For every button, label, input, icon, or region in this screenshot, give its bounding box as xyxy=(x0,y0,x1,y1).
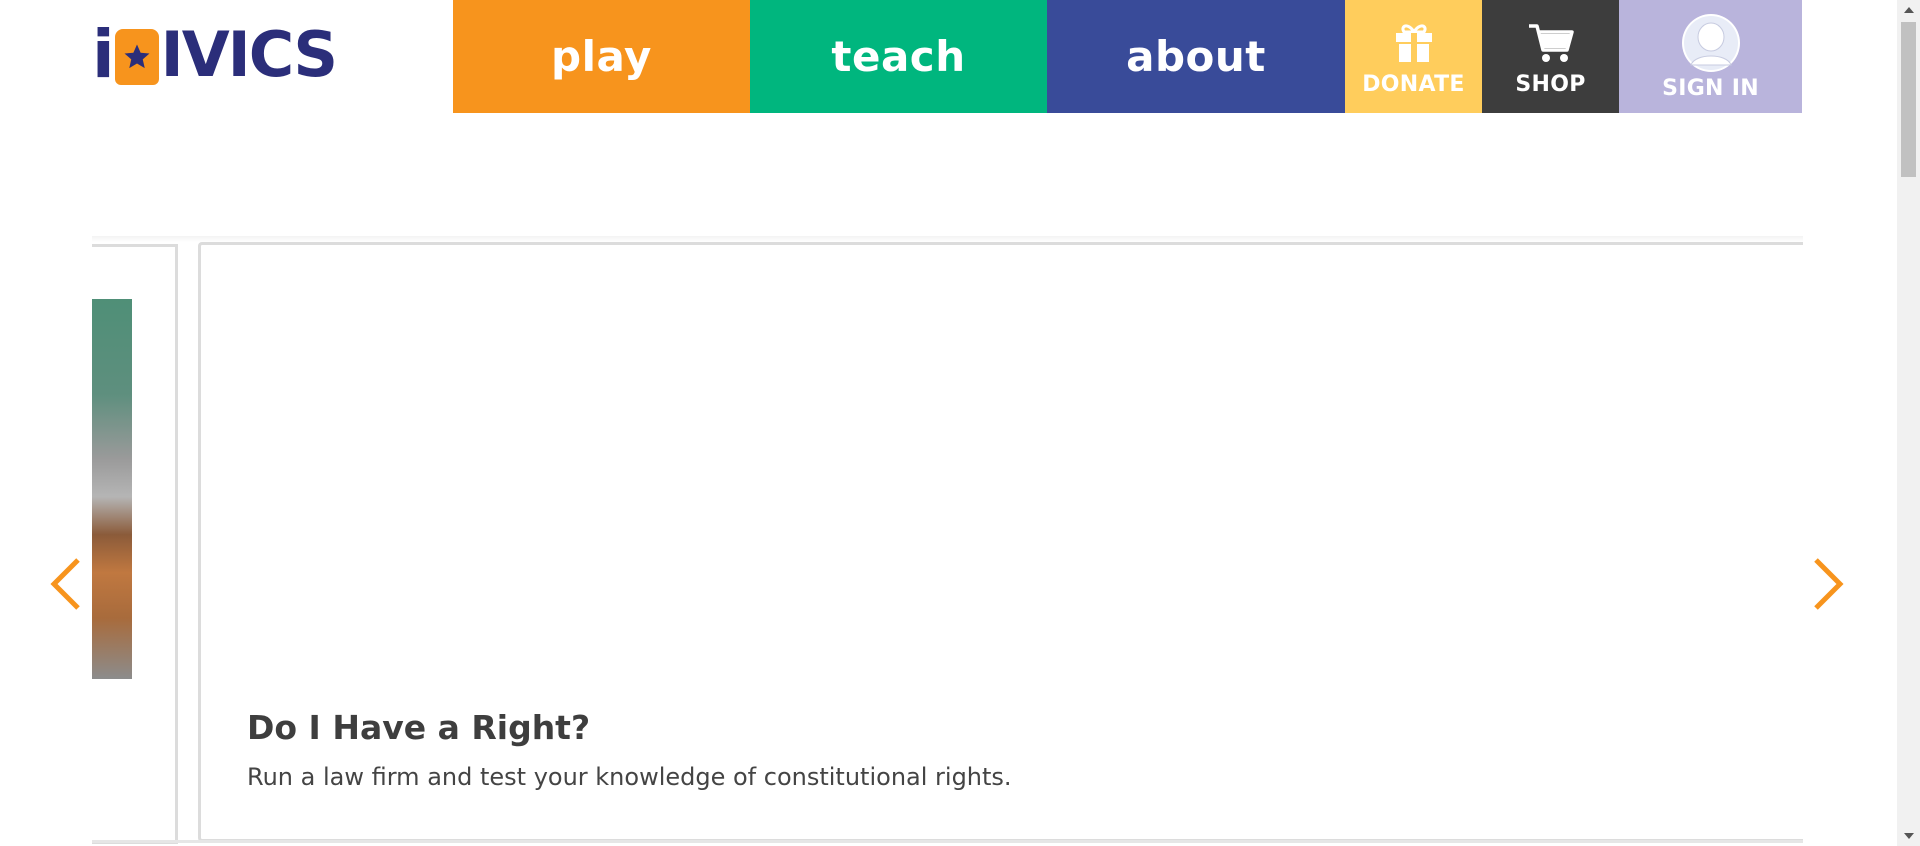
avatar-icon xyxy=(1681,12,1741,74)
logo-letters: IVICS xyxy=(160,18,338,91)
carousel-next-button[interactable] xyxy=(1808,554,1848,614)
game-carousel: Do I Have a Right? Run a law firm and te… xyxy=(0,236,1900,846)
nav-teach-label: teach xyxy=(831,32,966,81)
donate-button[interactable]: DONATE xyxy=(1345,0,1482,113)
star-icon xyxy=(114,29,159,85)
sign-in-button[interactable]: SIGN IN xyxy=(1619,0,1802,113)
previous-game-card[interactable] xyxy=(92,244,178,844)
previous-game-thumbnail xyxy=(92,299,132,679)
current-game-card[interactable]: Do I Have a Right? Run a law firm and te… xyxy=(198,242,1803,842)
carousel-prev-button[interactable] xyxy=(46,554,86,614)
page-scrollbar[interactable] xyxy=(1897,0,1920,846)
shop-label: SHOP xyxy=(1515,72,1586,97)
scrollbar-thumb[interactable] xyxy=(1901,22,1916,177)
logo-letter-i: i xyxy=(92,16,115,93)
nav-teach[interactable]: teach xyxy=(750,0,1047,113)
nav-play-label: play xyxy=(551,32,652,81)
scroll-down-icon[interactable] xyxy=(1897,826,1920,846)
game-title: Do I Have a Right? xyxy=(247,708,591,747)
shop-button[interactable]: SHOP xyxy=(1482,0,1619,113)
nav-about-label: about xyxy=(1126,32,1266,81)
game-description: Run a law firm and test your knowledge o… xyxy=(247,763,1012,791)
chevron-right-icon xyxy=(1814,558,1844,610)
nav-play[interactable]: play xyxy=(453,0,750,113)
scroll-up-icon[interactable] xyxy=(1897,0,1920,20)
gift-icon xyxy=(1392,16,1436,64)
chevron-left-icon xyxy=(50,558,80,610)
carousel-bottom-border xyxy=(92,840,1803,843)
main-nav: play teach about DONATE SHOP SIGN IN xyxy=(453,0,1802,113)
cart-icon xyxy=(1527,16,1575,64)
donate-label: DONATE xyxy=(1362,72,1465,97)
icivics-logo[interactable]: i IVICS xyxy=(92,18,376,92)
nav-about[interactable]: about xyxy=(1047,0,1345,113)
sign-in-label: SIGN IN xyxy=(1662,76,1759,101)
